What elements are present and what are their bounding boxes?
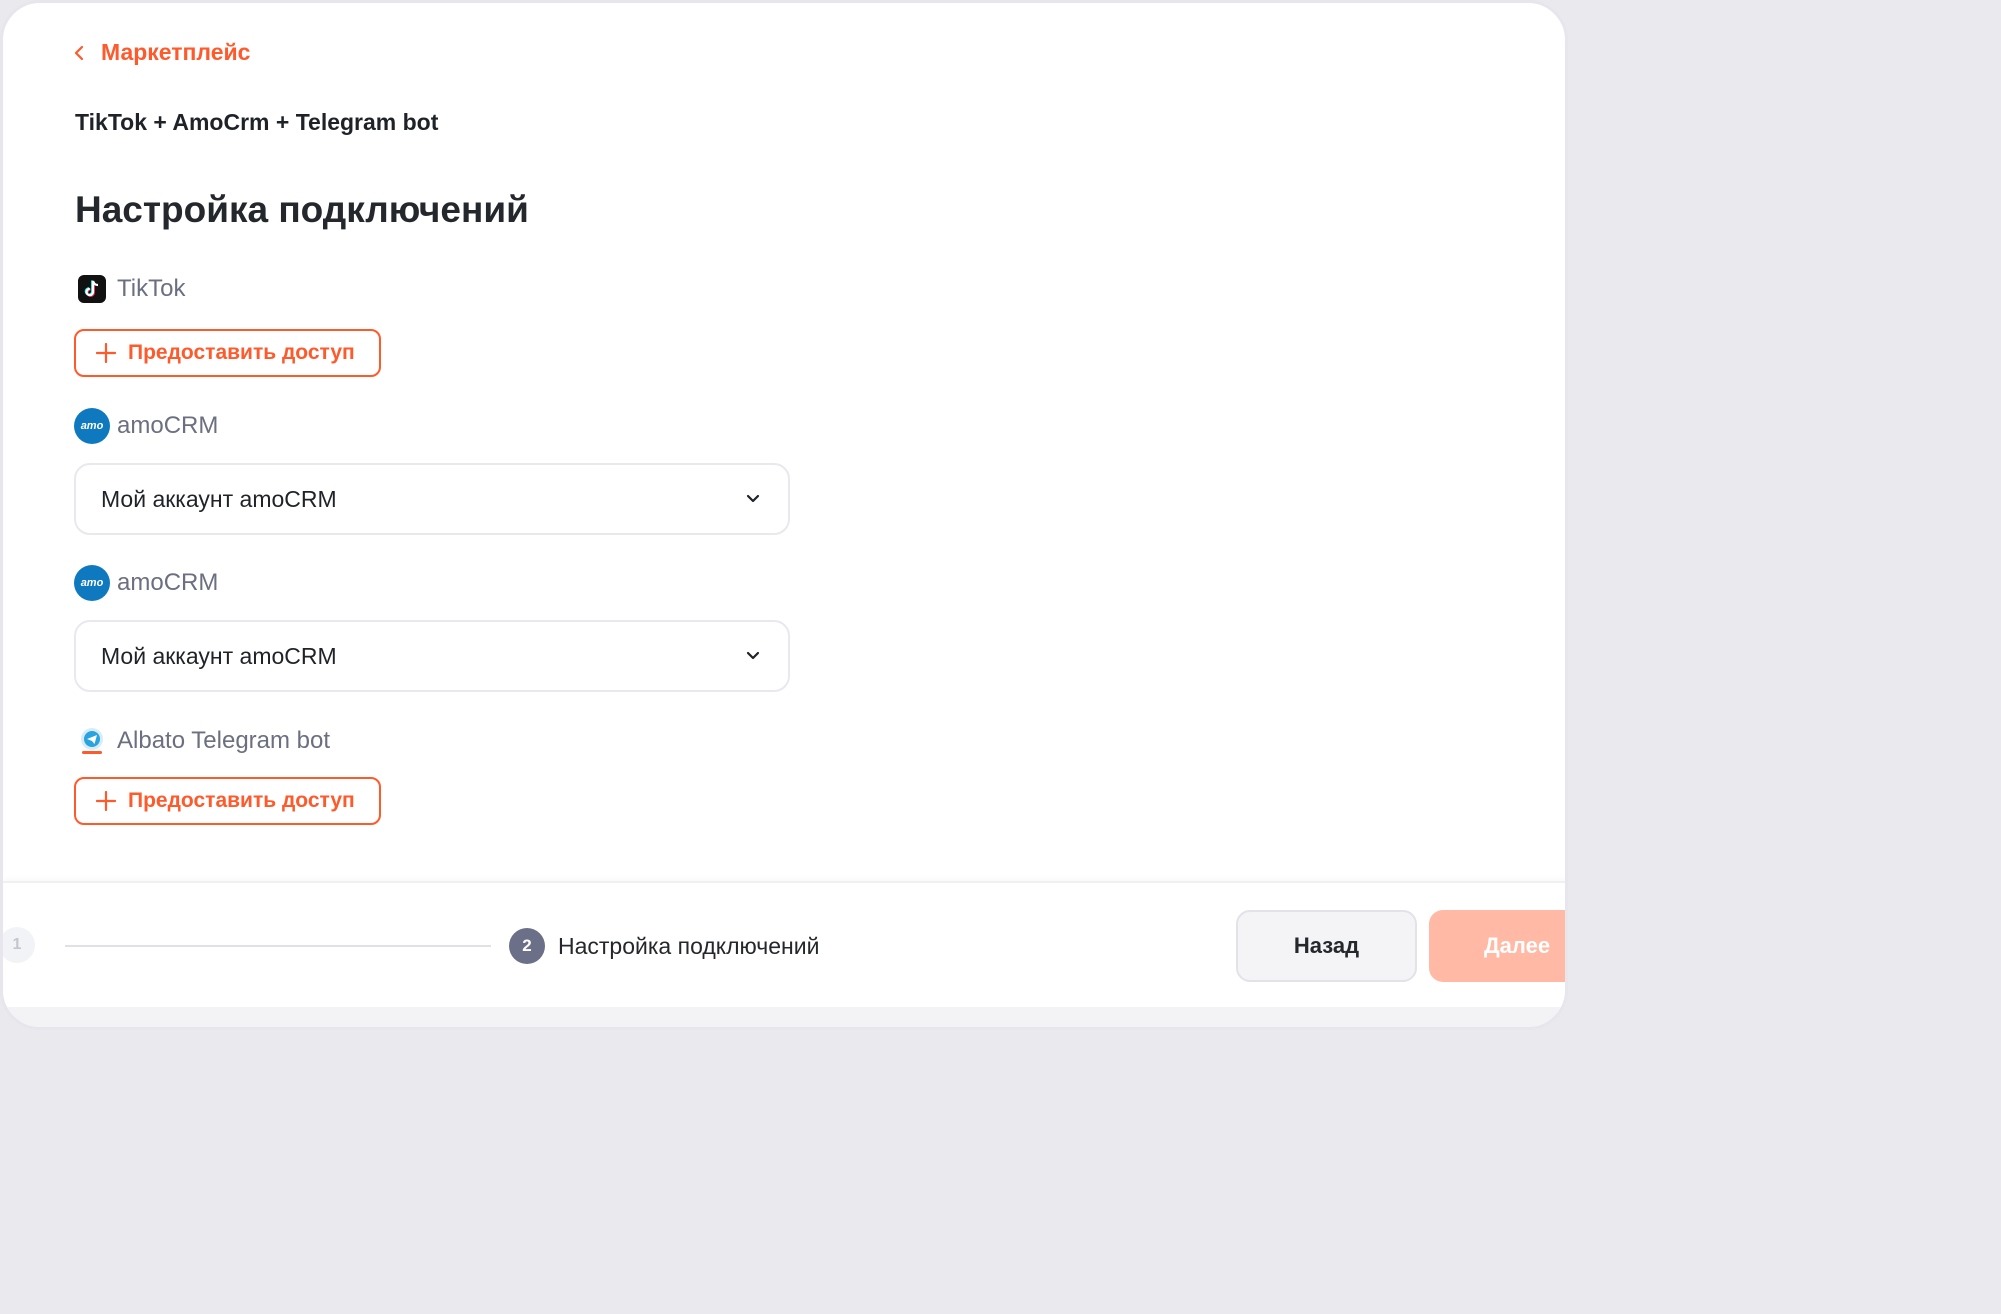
selected-account: Мой аккаунт amoCRM — [101, 642, 337, 669]
plus-icon — [96, 343, 116, 363]
app-window: Маркетплейс TikTok + AmoCrm + Telegram b… — [0, 0, 1568, 1030]
plus-icon — [96, 791, 116, 811]
service-label-telegram-bot: Albato Telegram bot — [74, 723, 330, 759]
back-link-label: Маркетплейс — [101, 39, 251, 65]
amocrm-icon: amo — [74, 565, 110, 601]
service-label-amocrm: amo amoCRM — [74, 408, 218, 444]
account-select-amocrm-2[interactable]: Мой аккаунт amoCRM — [74, 620, 790, 692]
step-indicator-1[interactable]: 1 — [3, 927, 35, 963]
footer-bottom-strip — [3, 1007, 1565, 1027]
step-connector — [65, 945, 491, 947]
back-button[interactable]: Назад — [1236, 910, 1417, 982]
page-title: Настройка подключений — [75, 189, 529, 230]
next-button[interactable]: Далее — [1429, 910, 1565, 982]
step-indicator-2[interactable]: 2 — [509, 928, 545, 964]
service-label-amocrm: amo amoCRM — [74, 565, 218, 601]
chevron-down-icon — [746, 494, 760, 504]
step-2-label: Настройка подключений — [558, 933, 820, 959]
grant-access-label: Предоставить доступ — [128, 341, 355, 364]
account-select-amocrm-1[interactable]: Мой аккаунт amoCRM — [74, 463, 790, 535]
tiktok-icon — [78, 275, 106, 303]
service-name: amoCRM — [117, 569, 219, 596]
grant-access-button-telegram[interactable]: Предоставить доступ — [74, 777, 381, 825]
grant-access-button-tiktok[interactable]: Предоставить доступ — [74, 329, 381, 377]
service-name: TikTok — [117, 275, 186, 302]
chevron-down-icon — [746, 651, 760, 661]
back-to-marketplace-link[interactable]: Маркетплейс — [73, 39, 250, 66]
service-name: Albato Telegram bot — [117, 727, 331, 754]
service-label-tiktok: TikTok — [74, 275, 185, 303]
bundle-name: TikTok + AmoCrm + Telegram bot — [75, 109, 439, 135]
chevron-left-icon — [74, 45, 84, 60]
grant-access-label: Предоставить доступ — [128, 789, 355, 812]
selected-account: Мой аккаунт amoCRM — [101, 485, 337, 512]
service-name: amoCRM — [117, 412, 219, 439]
telegram-bot-icon — [74, 723, 110, 759]
amocrm-icon: amo — [74, 408, 110, 444]
